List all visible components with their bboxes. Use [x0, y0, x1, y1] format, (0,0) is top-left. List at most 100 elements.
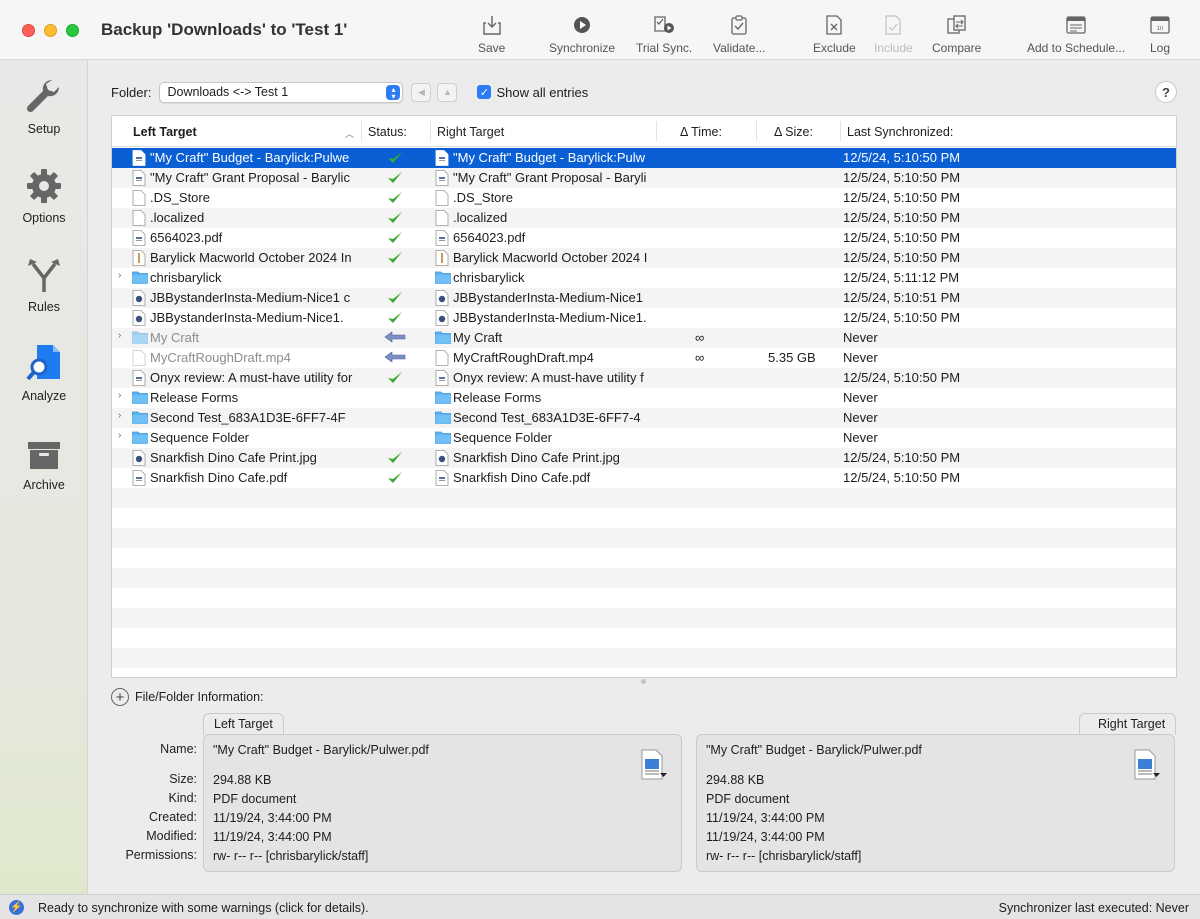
- table-row[interactable]: .localized .localized 12/5/24, 5:10:50 PM: [112, 208, 1176, 228]
- folder-icon: [435, 410, 451, 426]
- include-button[interactable]: Include: [874, 14, 913, 58]
- close-window-button[interactable]: [22, 24, 35, 37]
- column-delta-time[interactable]: Δ Time:: [656, 121, 756, 141]
- pdf-document-icon[interactable]: [640, 749, 668, 786]
- left-target-cell: JBBystanderInsta-Medium-Nice1 c: [150, 290, 351, 305]
- validate-button[interactable]: Validate...: [713, 14, 765, 58]
- warning-status-icon[interactable]: ⚡: [9, 900, 24, 915]
- zoom-window-button[interactable]: [66, 24, 79, 37]
- checkmark-icon: [387, 291, 403, 308]
- table-row[interactable]: 6564023.pdf 6564023.pdf 12/5/24, 5:10:50 P…: [112, 228, 1176, 248]
- table-row[interactable]: "My Craft" Grant Proposal - Barylic "My C…: [112, 168, 1176, 188]
- table-row[interactable]: Onyx review: A must-have utility for Onyx…: [112, 368, 1176, 388]
- table-row[interactable]: Barylick Macworld October 2024 In Barylic…: [112, 248, 1176, 268]
- checkmark-icon: [387, 471, 403, 488]
- right-target-cell: "My Craft" Budget - Barylick:Pulw: [453, 150, 646, 165]
- next-folder-button[interactable]: ▲: [437, 82, 458, 102]
- folder-icon: [132, 410, 148, 426]
- column-right-target[interactable]: Right Target: [430, 121, 504, 141]
- left-permissions-value: rw- r-- r-- [chrisbarylick/staff]: [213, 849, 369, 863]
- table-row[interactable]: "My Craft" Budget - Barylick:Pulwe "My Cr…: [112, 148, 1176, 168]
- left-target-cell: chrisbarylick: [150, 270, 222, 285]
- left-arrow-icon: [384, 331, 406, 346]
- sidebar-item-analyze[interactable]: Analyze: [0, 341, 88, 403]
- show-all-entries-checkbox[interactable]: ✓: [477, 85, 492, 99]
- last-synchronized-cell: Never: [843, 430, 878, 445]
- log-icon: 1n: [1150, 14, 1170, 36]
- sidebar-item-rules[interactable]: Rules: [0, 252, 88, 314]
- compare-button[interactable]: Compare: [932, 14, 981, 58]
- exclude-button[interactable]: Exclude: [813, 14, 856, 58]
- folder-popup[interactable]: Downloads <-> Test 1 ▴ ▾: [159, 81, 404, 103]
- left-target-cell: Release Forms: [150, 390, 239, 405]
- left-kind-value: PDF document: [213, 792, 297, 806]
- left-target-cell: JBBystanderInsta-Medium-Nice1.: [150, 310, 344, 325]
- column-left-target[interactable]: Left Target: [133, 125, 197, 139]
- disclosure-triangle-icon[interactable]: ›: [118, 410, 121, 421]
- right-target-tab[interactable]: Right Target: [1079, 713, 1177, 735]
- pdf-document-icon[interactable]: [1133, 749, 1161, 786]
- table-row[interactable]: › Sequence Folder Sequence Folder Never: [112, 428, 1176, 448]
- file-icon: [435, 470, 449, 486]
- empty-row: [112, 488, 1176, 508]
- disclosure-triangle-icon[interactable]: ›: [118, 390, 121, 401]
- trial-sync-button[interactable]: Trial Sync.: [636, 14, 692, 58]
- disclosure-triangle-icon[interactable]: ›: [118, 270, 121, 281]
- previous-folder-button[interactable]: ◀: [411, 82, 432, 102]
- log-button[interactable]: 1n Log: [1150, 14, 1170, 58]
- table-row[interactable]: .DS_Store .DS_Store 12/5/24, 5:10:50 PM: [112, 188, 1176, 208]
- modified-label: Modified:: [146, 829, 197, 843]
- file-icon: [132, 210, 146, 226]
- synchronize-button[interactable]: Synchronize: [549, 14, 615, 58]
- status-message[interactable]: Ready to synchronize with some warnings …: [38, 901, 369, 915]
- save-button[interactable]: Save: [478, 14, 505, 58]
- table-row[interactable]: › Release Forms Release Forms Never: [112, 388, 1176, 408]
- disclosure-triangle-icon[interactable]: ›: [118, 330, 121, 341]
- app-window: Backup 'Downloads' to 'Test 1' Save Sync…: [0, 0, 1200, 919]
- column-delta-size[interactable]: Δ Size:: [756, 121, 840, 141]
- sidebar-item-archive[interactable]: Archive: [0, 430, 88, 492]
- show-all-entries-toggle[interactable]: ✓ Show all entries: [477, 85, 588, 100]
- file-icon: [435, 450, 449, 466]
- table-row[interactable]: › Second Test_683A1D3E-6FF7-4F Second Test…: [112, 408, 1176, 428]
- checkmark-icon: [387, 371, 403, 388]
- checkmark-icon: [387, 151, 403, 168]
- right-target-cell: 6564023.pdf: [453, 230, 526, 245]
- table-row[interactable]: › My Craft My Craft ∞ Never: [112, 328, 1176, 348]
- table-row[interactable]: › chrisbarylick chrisbarylick 12/5/24, 5:11…: [112, 268, 1176, 288]
- right-target-cell: chrisbarylick: [453, 270, 525, 285]
- file-icon: [435, 370, 449, 386]
- left-triangle-icon: ◀: [418, 86, 425, 97]
- minimize-window-button[interactable]: [44, 24, 57, 37]
- disclosure-triangle-icon[interactable]: ›: [118, 430, 121, 441]
- right-name-value: "My Craft" Budget - Barylick/Pulwer.pdf: [706, 743, 922, 757]
- sidebar-item-options[interactable]: Options: [0, 163, 88, 225]
- file-icon: [435, 150, 449, 166]
- checkmark-icon: [387, 171, 403, 188]
- left-target-tab[interactable]: Left Target: [203, 713, 284, 735]
- last-synchronized-cell: 12/5/24, 5:10:50 PM: [843, 370, 961, 385]
- last-synchronized-cell: 12/5/24, 5:11:12 PM: [843, 270, 960, 285]
- sidebar-item-setup[interactable]: Setup: [0, 74, 88, 136]
- column-status[interactable]: Status:: [361, 121, 407, 141]
- table-row[interactable]: Snarkfish Dino Cafe.pdf Snarkfish Dino Ca…: [112, 468, 1176, 488]
- table-row[interactable]: Snarkfish Dino Cafe Print.jpg Snarkfish D…: [112, 448, 1176, 468]
- table-row[interactable]: JBBystanderInsta-Medium-Nice1. JBBystande…: [112, 308, 1176, 328]
- file-icon: [132, 170, 146, 186]
- left-target-cell: Snarkfish Dino Cafe Print.jpg: [150, 450, 317, 465]
- column-last-synchronized[interactable]: Last Synchronized:: [840, 121, 953, 141]
- help-button[interactable]: ?: [1155, 81, 1177, 103]
- add-to-schedule-button[interactable]: Add to Schedule...: [1027, 14, 1125, 58]
- right-target-cell: .localized: [453, 210, 508, 225]
- file-icon: [435, 210, 449, 226]
- checkmark-icon: [387, 251, 403, 268]
- right-target-cell: Snarkfish Dino Cafe Print.jpg: [453, 450, 620, 465]
- popup-chevrons-icon: ▴ ▾: [386, 84, 401, 100]
- split-resize-handle[interactable]: [641, 679, 646, 684]
- table-row[interactable]: JBBystanderInsta-Medium-Nice1 c JBBystand…: [112, 288, 1176, 308]
- expand-info-button[interactable]: +: [111, 688, 129, 706]
- file-icon: [435, 250, 449, 266]
- table-row[interactable]: MyCraftRoughDraft.mp4 MyCraftRoughDraft.m…: [112, 348, 1176, 368]
- toolbar: Backup 'Downloads' to 'Test 1' Save Sync…: [0, 0, 1200, 60]
- last-synchronized-cell: 12/5/24, 5:10:50 PM: [843, 450, 961, 465]
